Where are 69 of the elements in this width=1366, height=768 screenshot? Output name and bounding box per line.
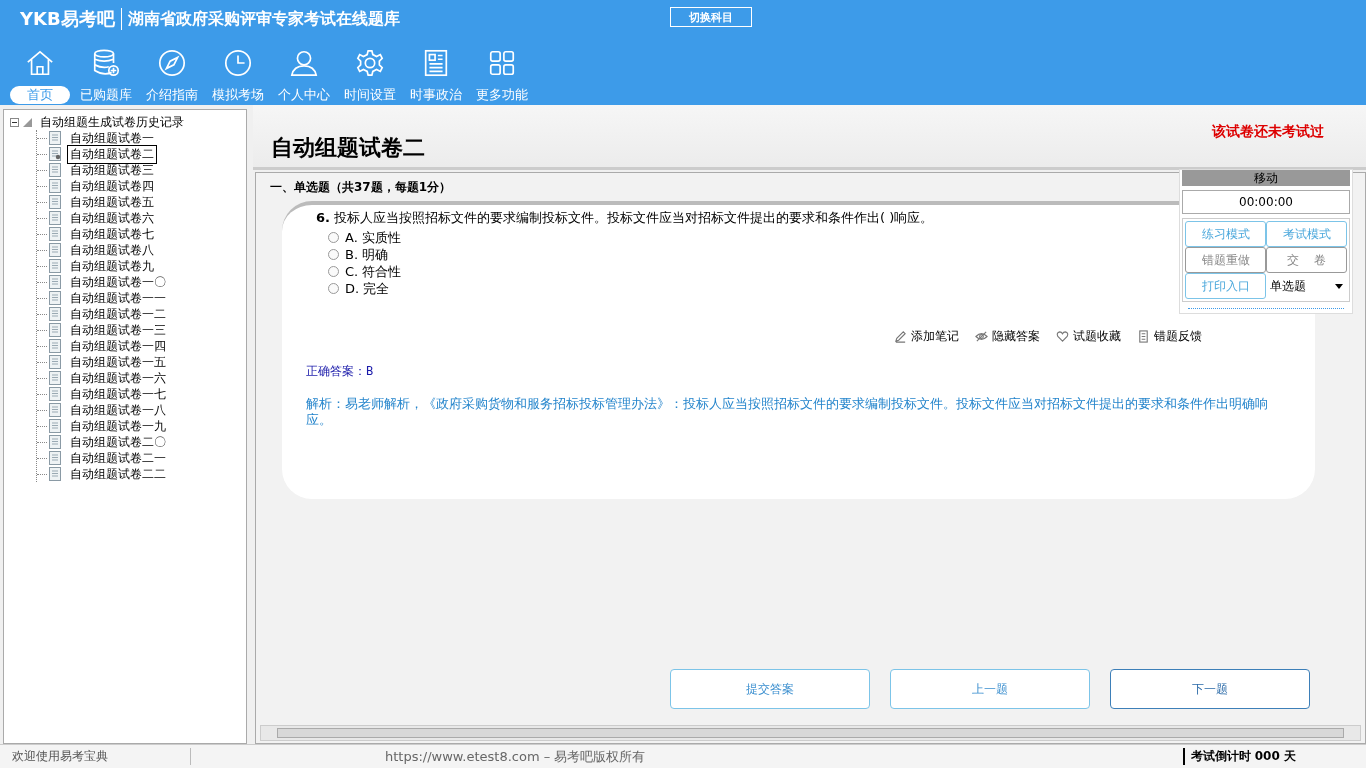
option-label[interactable]: C. 符合性 [345,262,402,281]
radio-button[interactable] [328,283,339,294]
tree-item[interactable]: 自动组题试卷二 [67,144,157,164]
document-icon [49,227,61,241]
logo: YKB易考吧 [20,7,115,31]
document-pin-icon [49,147,61,161]
document-icon [49,275,61,289]
collapse-toggle[interactable] [10,117,19,127]
action-link[interactable]: 添加笔记 [911,328,959,345]
triangle-icon [23,117,32,127]
question-type-select[interactable]: 单选题 [1266,273,1347,299]
document-icon [49,435,61,449]
action-link[interactable]: 隐藏答案 [992,328,1040,345]
pencil-icon[interactable] [894,330,907,343]
document-icon [49,387,61,401]
document-icon [49,419,61,433]
document-icon [49,307,61,321]
option-label[interactable]: A. 实质性 [345,228,401,247]
heart-icon[interactable] [1056,330,1069,343]
radio-button[interactable] [328,232,339,243]
document-icon [49,211,61,225]
document-icon [49,403,61,417]
compass-icon[interactable] [157,48,187,78]
horizontal-scrollbar[interactable] [260,725,1361,741]
home-icon[interactable] [25,48,55,78]
question-text: 6. 投标人应当按照招标文件的要求编制投标文件。投标文件应当对招标文件提出的要求和条件作出( )响应。 [316,209,935,227]
timer-display: 00:00:00 [1182,190,1350,214]
document-icon [49,371,61,385]
document-icon [49,131,61,145]
document-icon [49,195,61,209]
document-icon [49,323,61,337]
grid-icon[interactable] [487,48,517,78]
answer-explanation: 解析：易老师解析，《政府采购货物和服务招标投标管理办法》：投标人应当按照招标文件的要求编制投标文件。投标文件应当对招标文件提出的要求和条件作出明确响应。 [306,396,1269,428]
radio-button[interactable] [328,249,339,260]
question-nav-button[interactable]: 下一题 [1110,669,1310,709]
user-icon[interactable] [289,48,319,78]
document-icon [49,355,61,369]
status-note: 该试卷还未考试过 [1212,123,1324,141]
option-label[interactable]: B. 明确 [345,245,389,264]
document-icon [49,179,61,193]
welcome-text: 欢迎使用易考宝典 [0,748,191,765]
app-title: 湖南省政府采购评审专家考试在线题库 [127,8,400,30]
document-icon [49,451,61,465]
exam-countdown: 考试倒计时 000 天 [1182,748,1296,765]
panel-button[interactable]: 错题重做 [1185,247,1266,273]
correct-answer: 正确答案：B [306,363,375,380]
settings-icon[interactable] [355,48,385,78]
clock-icon[interactable] [223,48,253,78]
document-icon [49,243,61,257]
panel-button[interactable]: 交 卷 [1266,247,1347,273]
tree-root-label[interactable]: 自动组题生成试卷历史记录 [40,113,184,131]
database-icon[interactable] [91,48,121,78]
document-icon [49,259,61,273]
document-icon[interactable] [1137,330,1150,343]
copyright-text: https://www.etest8.com – 易考吧版权所有 [385,747,646,766]
eye-icon[interactable] [975,330,988,343]
document-icon [49,163,61,177]
radio-button[interactable] [328,266,339,277]
section-heading: 一、单选题（共37题，每题1分） [270,179,452,196]
document-icon [49,467,61,481]
document-icon [49,291,61,305]
option-label[interactable]: D. 完全 [345,279,390,298]
action-link[interactable]: 试题收藏 [1073,328,1121,345]
question-nav-button[interactable]: 上一题 [890,669,1090,709]
action-link[interactable]: 错题反馈 [1154,328,1202,345]
panel-handle[interactable]: 移动 [1182,170,1350,186]
paper-title: 自动组题试卷二 [271,134,425,162]
question-nav-button[interactable]: 提交答案 [670,669,870,709]
document-icon [49,339,61,353]
